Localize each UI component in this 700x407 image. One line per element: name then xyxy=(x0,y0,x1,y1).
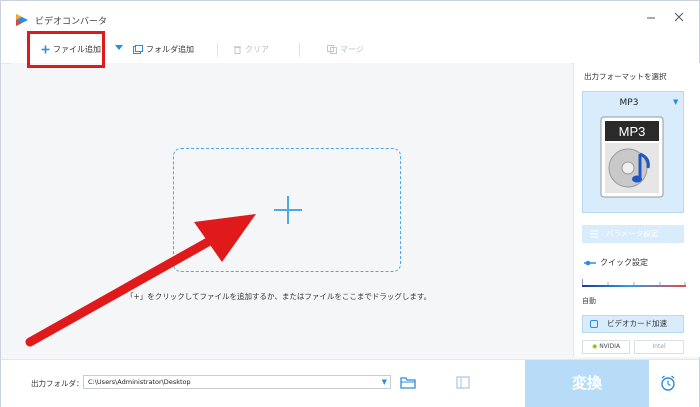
file-list-area[interactable]: 「+」をクリックしてファイルを追加するか、またはファイルをここまでドラッグします… xyxy=(11,63,571,357)
clear-button[interactable]: クリア xyxy=(233,43,269,57)
clear-label: クリア xyxy=(245,45,269,54)
add-folder-label: フォルダ追加 xyxy=(146,45,194,54)
convert-button[interactable]: 変換 xyxy=(525,360,649,407)
gpu-acceleration-label: ビデオカード加速 xyxy=(607,319,667,328)
app-title: ビデオコンバータ xyxy=(35,17,108,27)
minimize-button[interactable] xyxy=(641,11,661,27)
selected-format: MP3 xyxy=(619,98,639,108)
toolbar-divider xyxy=(217,43,218,57)
add-file-highlight xyxy=(27,31,105,68)
close-button[interactable] xyxy=(669,11,689,27)
mp3-badge-text: MP3 xyxy=(619,124,646,139)
title-bar: ビデオコンバータ xyxy=(1,1,699,37)
quality-slider[interactable] xyxy=(582,285,686,287)
parameter-settings-button[interactable]: パラメータ設定 xyxy=(582,225,684,243)
merge-icon xyxy=(327,45,337,54)
app-window: ビデオコンバータ ファイル追加 フォルダ追加 クリア マージ 「+」をクリックし… xyxy=(0,0,700,407)
output-format-title: 出力フォーマットを選択 xyxy=(584,72,667,81)
parameter-settings-label: パラメータ設定 xyxy=(606,229,659,238)
app-logo-icon xyxy=(16,14,28,26)
bottom-bar: 出力フォルダ： C:\Users\Administrator\Desktop ▼… xyxy=(1,359,699,407)
alarm-clock-icon[interactable] xyxy=(660,374,676,392)
add-plus-icon-vertical xyxy=(287,196,289,224)
nvidia-label: NVIDIA xyxy=(599,343,621,350)
gpu-acceleration-button[interactable]: ビデオカード加速 xyxy=(582,315,684,333)
output-format-selector[interactable]: MP3 ▼ MP3 xyxy=(582,91,684,213)
add-file-dropdown[interactable] xyxy=(115,42,123,56)
auto-label: 自動 xyxy=(582,297,596,305)
chevron-down-icon[interactable]: ▼ xyxy=(382,376,387,388)
add-folder-button[interactable]: フォルダ追加 xyxy=(133,43,194,57)
drop-hint-text: 「+」をクリックしてファイルを追加するか、またはファイルをここまでドラッグします… xyxy=(126,292,432,301)
minimize-icon xyxy=(647,17,655,19)
toolbar: ファイル追加 フォルダ追加 クリア マージ xyxy=(1,37,699,64)
chevron-down-icon: ▼ xyxy=(673,98,679,106)
quick-settings-icon xyxy=(584,260,596,265)
output-folder-label: 出力フォルダ： xyxy=(31,379,84,388)
quick-settings-text: クイック設定 xyxy=(600,258,648,267)
toolbar-divider xyxy=(299,43,300,57)
close-icon xyxy=(674,12,684,22)
schedule-icon[interactable] xyxy=(456,375,470,389)
sliders-icon xyxy=(590,230,598,238)
merge-label: マージ xyxy=(340,45,364,54)
folder-icon xyxy=(133,45,143,54)
chevron-down-icon xyxy=(115,45,123,50)
quick-settings-label: クイック設定 xyxy=(584,257,648,268)
merge-button[interactable]: マージ xyxy=(327,43,364,57)
output-folder-field[interactable]: C:\Users\Administrator\Desktop ▼ xyxy=(83,375,391,389)
chip-icon xyxy=(590,320,598,328)
output-settings-panel: 出力フォーマットを選択 MP3 ▼ MP3 パラメータ設定 クイック設定 自動 … xyxy=(573,63,700,357)
nvidia-badge: ◉ NVIDIA xyxy=(582,340,630,354)
open-folder-icon[interactable] xyxy=(400,375,416,389)
drop-zone[interactable] xyxy=(173,148,401,272)
output-path-value: C:\Users\Administrator\Desktop xyxy=(88,378,191,386)
mp3-format-icon: MP3 xyxy=(600,116,664,198)
nvidia-logo-icon: ◉ xyxy=(591,343,598,350)
trash-icon xyxy=(234,46,241,54)
intel-badge: Intel xyxy=(634,340,684,354)
intel-label: Intel xyxy=(652,343,666,350)
